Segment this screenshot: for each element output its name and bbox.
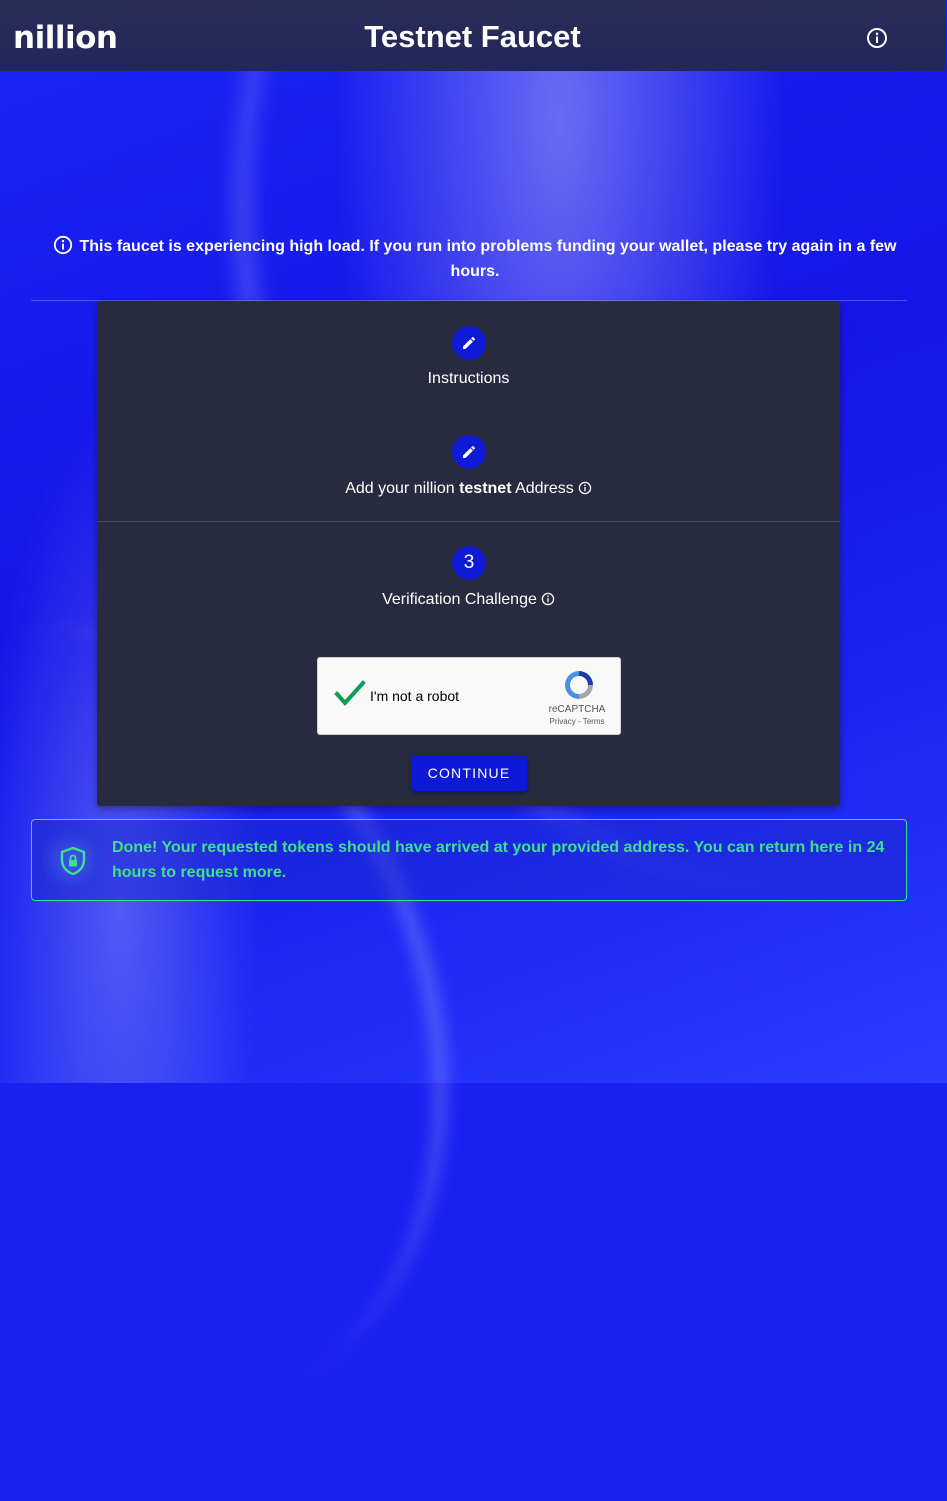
step-3-number: 3 <box>452 546 486 580</box>
recaptcha-brand: reCAPTCHA <box>548 704 606 715</box>
notice-text: This faucet is experiencing high load. I… <box>79 238 897 280</box>
success-alert: Done! Your requested tokens should have … <box>31 819 907 901</box>
step-1-label: Instructions <box>427 370 510 387</box>
step-1-pencil-icon[interactable] <box>452 326 486 360</box>
page-title: Testnet Faucet <box>364 19 581 54</box>
info-icon[interactable] <box>866 27 888 49</box>
step-3-label-text: Verification Challenge <box>382 591 537 608</box>
step-3-label: Verification Challenge <box>97 591 840 609</box>
continue-button[interactable]: CONTINUE <box>411 755 527 791</box>
recaptcha-logo-icon <box>565 671 593 699</box>
step-2-label-prefix: Add your nillion <box>345 480 460 497</box>
info-icon[interactable] <box>578 481 592 495</box>
recaptcha-label: I'm not a robot <box>370 688 460 704</box>
recaptcha-widget[interactable]: I'm not a robot reCAPTCHA Privacy - Term… <box>317 657 621 735</box>
success-message: Done! Your requested tokens should have … <box>112 839 885 881</box>
step-divider <box>97 521 840 522</box>
step-2-label: Add your nillion testnet Address <box>97 480 840 498</box>
info-icon[interactable] <box>541 592 555 606</box>
recaptcha-privacy-terms-link[interactable]: Privacy - Terms <box>542 717 612 726</box>
step-2-pencil-icon[interactable] <box>452 435 486 469</box>
high-load-notice: This faucet is experiencing high load. I… <box>40 234 910 284</box>
step-2-label-suffix: Address <box>511 480 574 497</box>
faucet-stepper-card: Instructions Add your nillion testnet Ad… <box>97 301 840 806</box>
info-icon <box>54 235 73 255</box>
checkmark-icon[interactable] <box>334 680 366 708</box>
shield-lock-icon <box>42 830 104 892</box>
step-2-label-bold: testnet <box>459 480 512 497</box>
top-bar: nillion Testnet Faucet <box>0 0 945 71</box>
